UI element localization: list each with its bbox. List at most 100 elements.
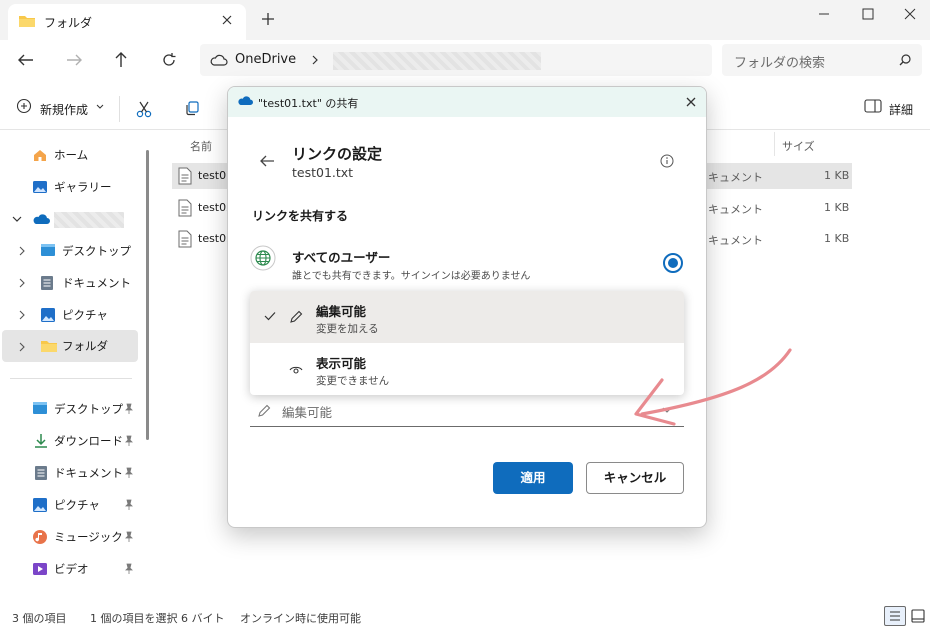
arrow-up-icon (115, 52, 127, 67)
dialog-subtitle: test01.txt (292, 165, 354, 180)
chevron-right-icon[interactable] (310, 53, 320, 67)
tab-folder[interactable]: フォルダ (8, 4, 246, 40)
window-close-button[interactable] (898, 4, 922, 24)
sidebar-scrollbar[interactable] (146, 150, 149, 440)
onedrive-icon (32, 213, 50, 225)
sidebar-item-label: ドキュメント (62, 276, 131, 290)
text-file-icon (178, 167, 192, 185)
info-icon[interactable] (659, 153, 675, 169)
chevron-down-icon[interactable] (12, 215, 22, 223)
column-header-name[interactable]: 名前 (190, 138, 212, 154)
search-input[interactable]: フォルダの検索 (734, 52, 825, 71)
sidebar-item-gallery[interactable]: ギャラリー (2, 172, 138, 202)
pin-icon[interactable] (124, 467, 134, 479)
text-file-icon (178, 199, 192, 217)
minimize-button[interactable] (812, 4, 836, 24)
copy-button[interactable] (184, 100, 200, 116)
sidebar-item-documents[interactable]: ドキュメント (2, 268, 138, 298)
pictures-icon (32, 497, 48, 513)
pin-icon[interactable] (124, 563, 134, 575)
sidebar-item-label: デスクトップ (54, 402, 123, 416)
quick-access-downloads[interactable]: ダウンロード (2, 426, 138, 456)
chevron-down-icon (96, 104, 104, 109)
apply-button[interactable]: 適用 (493, 462, 573, 494)
gallery-icon (32, 179, 48, 195)
list-view-icon (890, 611, 900, 621)
cut-button[interactable] (136, 100, 152, 118)
sidebar-item-pictures[interactable]: ピクチャ (2, 300, 138, 330)
column-header-size[interactable]: サイズ (782, 138, 815, 154)
new-button[interactable]: 新規作成 (16, 98, 104, 120)
close-icon[interactable] (684, 95, 698, 109)
search-box[interactable]: フォルダの検索 (722, 44, 922, 76)
breadcrumb-onedrive[interactable]: OneDrive (235, 52, 296, 67)
permission-title: 編集可能 (316, 304, 367, 319)
chevron-right-icon[interactable] (18, 341, 26, 353)
sidebar-item-label: ホーム (54, 148, 89, 162)
sidebar-divider (10, 378, 132, 379)
permission-select-value: 編集可能 (282, 405, 333, 420)
cancel-button[interactable]: キャンセル (586, 462, 684, 494)
details-view-button[interactable] (884, 606, 906, 626)
chevron-down-icon[interactable] (662, 406, 672, 414)
scope-radio-selected[interactable] (663, 253, 683, 273)
forward-button[interactable] (64, 52, 84, 68)
pin-icon[interactable] (124, 531, 134, 543)
column-divider[interactable] (774, 132, 775, 156)
tiles-view-button[interactable] (910, 608, 926, 624)
scissors-icon (136, 101, 152, 118)
download-icon (34, 433, 48, 449)
document-icon (40, 275, 54, 291)
sidebar-item-label: ギャラリー (54, 180, 112, 194)
quick-access-desktop[interactable]: デスクトップ (2, 394, 138, 424)
status-selection: 1 個の項目を選択 6 バイト (90, 612, 225, 625)
pencil-icon (256, 403, 272, 419)
file-type: キュメント (708, 203, 763, 216)
plus-circle-icon (16, 98, 32, 114)
permission-select[interactable]: 編集可能 (250, 395, 684, 427)
permission-description: 変更を加える (316, 323, 379, 335)
chevron-right-icon[interactable] (18, 277, 26, 289)
quick-access-documents[interactable]: ドキュメント (2, 458, 138, 488)
status-availability: オンライン時に使用可能 (240, 612, 361, 625)
back-button[interactable] (16, 52, 36, 68)
globe-icon (250, 245, 276, 271)
pin-icon[interactable] (124, 435, 134, 447)
sidebar-item-label: ピクチャ (54, 498, 100, 512)
status-item-count: 3 個の項目 (12, 612, 67, 625)
sidebar-item-desktop[interactable]: デスクトップ (2, 236, 138, 266)
permission-description: 変更できません (316, 375, 390, 387)
sidebar-item-home[interactable]: ホーム (2, 140, 138, 170)
dialog-title: "test01.txt" の共有 (258, 97, 359, 110)
pin-icon[interactable] (124, 499, 134, 511)
permission-dropdown-menu: 編集可能 変更を加える 表示可能 変更できません (250, 291, 684, 395)
address-bar[interactable]: OneDrive (200, 44, 712, 76)
maximize-button[interactable] (856, 4, 880, 24)
pictures-icon (40, 307, 56, 323)
close-icon[interactable] (220, 13, 234, 27)
up-button[interactable] (112, 50, 130, 70)
new-tab-button[interactable] (259, 10, 277, 28)
details-label: 詳細 (889, 103, 914, 117)
permission-option-view[interactable]: 表示可能 変更できません (250, 343, 684, 395)
sidebar-item-label: デスクトップ (62, 244, 131, 258)
sidebar-item-onedrive[interactable] (2, 204, 138, 234)
pencil-icon (288, 309, 304, 325)
video-icon (32, 561, 48, 577)
quick-access-music[interactable]: ミュージック (2, 522, 138, 552)
chevron-right-icon[interactable] (18, 245, 26, 257)
tab-title: フォルダ (44, 16, 93, 30)
back-arrow-icon[interactable] (258, 153, 276, 169)
sidebar-item-label: ダウンロード (54, 434, 123, 448)
quick-access-videos[interactable]: ビデオ (2, 554, 138, 584)
details-button[interactable]: 詳細 (864, 98, 913, 117)
sidebar-item-label: ドキュメント (54, 466, 123, 480)
permission-option-edit[interactable]: 編集可能 変更を加える (250, 291, 684, 343)
sidebar-item-label: ミュージック (54, 530, 123, 544)
cloud-icon (210, 53, 228, 67)
chevron-right-icon[interactable] (18, 309, 26, 321)
quick-access-pictures[interactable]: ピクチャ (2, 490, 138, 520)
pin-icon[interactable] (124, 403, 134, 415)
sidebar-item-folder[interactable]: フォルダ (2, 330, 138, 362)
refresh-button[interactable] (160, 51, 178, 69)
